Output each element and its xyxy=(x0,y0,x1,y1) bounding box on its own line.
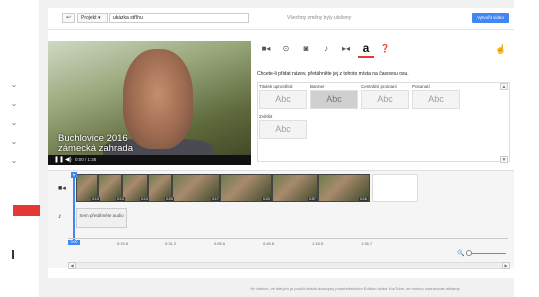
style-label: Posunutí xyxy=(412,84,430,89)
transition-icon[interactable]: ▸◂ xyxy=(339,43,353,54)
style-tile-central[interactable]: Abc xyxy=(361,90,409,109)
undo-icon: ↩ xyxy=(65,15,72,21)
scroll-right-button[interactable]: ▶ xyxy=(502,262,510,269)
video-caption: Buchlovice 2016 zámecká zahrada xyxy=(58,134,133,154)
chevron-down-icon[interactable]: ⌄ xyxy=(9,137,19,147)
clip-duration: 0:17 xyxy=(211,197,220,201)
style-tile-title-center[interactable]: Abc xyxy=(259,90,307,109)
clip-duration: 0:13 xyxy=(116,197,125,201)
ruler-label: 0:00 xyxy=(68,240,80,245)
left-sidebar xyxy=(0,0,40,297)
caption-line-2: zámecká zahrada xyxy=(58,143,133,154)
video-camera-icon[interactable]: ■◂ xyxy=(259,43,273,54)
style-label: Banner xyxy=(310,84,325,89)
ruler-label: 1:18.5 xyxy=(312,241,324,246)
clip-duration: 0:16 xyxy=(359,197,368,201)
zoom-slider-handle[interactable] xyxy=(466,250,472,256)
help-icon[interactable]: ❓ xyxy=(378,43,392,54)
video-subject-face xyxy=(123,49,193,149)
save-status: Všechny změny byly uloženy xyxy=(287,15,352,21)
ruler-label: 0:19.5 xyxy=(117,241,129,246)
clip-duration: 0:13 xyxy=(91,197,100,201)
ruler-label: 0:31.2 xyxy=(165,241,177,246)
timeline-ruler xyxy=(68,238,508,239)
ruler-label: 0:55.6 xyxy=(214,241,226,246)
scroll-left-button[interactable]: ◀ xyxy=(68,262,76,269)
text-a-icon[interactable]: a xyxy=(359,42,373,54)
project-menu-button[interactable]: Projekt ▾ xyxy=(77,13,108,23)
undo-button[interactable]: ↩ xyxy=(62,13,75,23)
filter-icon[interactable]: ⊙ xyxy=(279,43,293,54)
style-label: Zvětšit xyxy=(259,114,273,119)
sidebar-marker xyxy=(12,250,14,259)
clip-duration: 0:20 xyxy=(262,197,271,201)
footer-note: Ve videích, ve kterých je použit obsah d… xyxy=(250,286,461,291)
video-track-icon: ■◂ xyxy=(58,185,66,192)
music-note-icon[interactable]: ♪ xyxy=(319,43,333,54)
chevron-down-icon[interactable]: ⌄ xyxy=(9,118,19,128)
clip-duration: 0:13 xyxy=(140,197,149,201)
volume-icon[interactable]: ◀) xyxy=(65,157,72,163)
style-tile-zoom[interactable]: Abc xyxy=(259,120,307,139)
clip-duration: 0:57 xyxy=(308,197,317,201)
timeline-scrollbar[interactable] xyxy=(68,262,510,269)
scroll-up-button[interactable]: ▲ xyxy=(500,83,508,90)
sidebar-active-indicator xyxy=(13,205,40,216)
ruler-label: 0:46.8 xyxy=(263,241,275,246)
zoom-out-icon[interactable]: 🔍 xyxy=(457,250,464,257)
zoom-slider[interactable] xyxy=(466,253,506,254)
style-tile-banner[interactable]: Abc xyxy=(310,90,358,109)
playhead[interactable] xyxy=(73,172,75,244)
project-name-input[interactable]: ukázka stříhu xyxy=(109,13,249,23)
video-time: 0:00 / 1:36 xyxy=(75,157,97,162)
active-tab-indicator xyxy=(358,56,374,58)
chevron-down-icon[interactable]: ⌄ xyxy=(9,80,19,90)
chevron-down-icon[interactable]: ⌄ xyxy=(9,99,19,109)
style-label: Centrální proinaní xyxy=(361,84,397,89)
playhead-handle[interactable]: ▾ xyxy=(71,172,77,178)
audio-drop-zone[interactable]: Sem přetáhněte audio xyxy=(76,208,127,228)
chevron-down-icon[interactable]: ⌄ xyxy=(9,156,19,166)
style-label: Titulek uprostřed xyxy=(259,84,293,89)
clip-drop-placeholder[interactable] xyxy=(372,174,418,202)
create-video-button[interactable]: Vytvořit video xyxy=(472,13,509,23)
style-tile-scroll[interactable]: Abc xyxy=(412,90,460,109)
scroll-down-button[interactable]: ▼ xyxy=(500,156,508,163)
text-panel-prompt: Chcete-li přidat název, přetáhněte jej z… xyxy=(257,71,409,77)
pause-icon[interactable]: ❚❚ xyxy=(54,157,64,163)
hand-cursor-icon: ☝ xyxy=(495,44,507,54)
camera-icon[interactable]: ◙ xyxy=(299,43,313,54)
audio-track-icon: ♪ xyxy=(58,213,62,220)
ruler-label: 1:36.7 xyxy=(361,241,373,246)
clip-duration: 0:03 xyxy=(165,197,174,201)
